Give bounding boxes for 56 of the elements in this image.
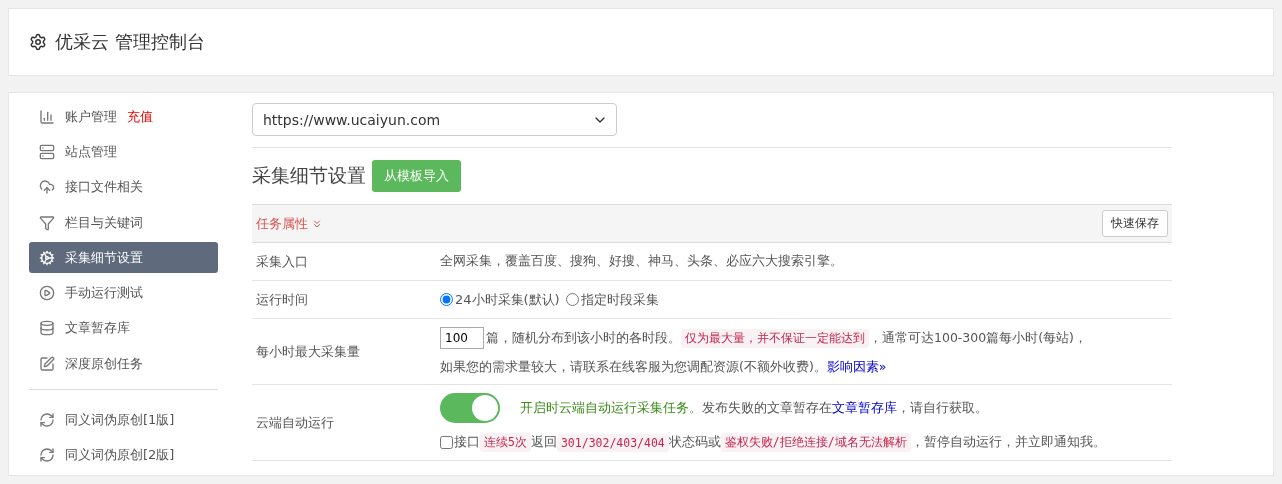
sidebar-item[interactable]: 同义词伪原创[1版] (29, 404, 218, 436)
code-text: 301/302/403/404 (556, 433, 669, 452)
hint-text: 篇，随机分布到该小时的各时段。 (486, 329, 681, 347)
section-title: 采集细节设置 (252, 163, 366, 188)
hint-text: 开启时云端自动运行采集任务。 (520, 399, 702, 417)
radio-button[interactable] (565, 293, 579, 306)
toggle-switch[interactable] (440, 393, 500, 423)
server-icon (39, 143, 55, 160)
checkbox[interactable] (440, 436, 453, 449)
field-label: 运行时间 (256, 290, 309, 309)
hint-text: 接口 (454, 434, 480, 451)
radio-button[interactable] (440, 293, 453, 306)
panel-tab[interactable]: 任务属性 (256, 214, 323, 233)
site-select[interactable]: https://www.ucaiyun.com (252, 103, 617, 136)
sidebar-item[interactable]: 深度原创任务 (29, 348, 218, 380)
hint-text: 状态码或 (668, 434, 721, 451)
play-icon (39, 285, 55, 302)
link[interactable]: 影响因素» (826, 359, 887, 376)
hint-text: 发布失败的文章暂存在 (702, 399, 832, 417)
radio-label[interactable]: 指定时段采集 (580, 290, 659, 309)
chart-icon (39, 108, 55, 125)
sidebar-item[interactable]: 手动运行测试 (29, 277, 218, 309)
sidebar-item[interactable]: 账户管理 充值 (29, 101, 218, 133)
cloud-upload-icon (39, 179, 55, 196)
database-icon (39, 320, 55, 337)
edit-icon (39, 355, 55, 372)
filter-icon (39, 214, 55, 231)
refresh-icon (39, 412, 55, 428)
hint-text: ，请自行获取。 (897, 399, 988, 417)
refresh-icon (39, 447, 55, 464)
console-title: 优采云 管理控制台 (55, 30, 205, 54)
gear-icon (39, 249, 55, 266)
hint-text: ，暂停自动运行，并立即通知我。 (910, 434, 1106, 451)
recharge-link[interactable]: 充值 (127, 107, 153, 126)
hint-text: 全网采集，覆盖百度、搜狗、好搜、神马、头条、必应六大搜索引擎。 (440, 253, 843, 270)
sidebar-item[interactable]: 采集细节设置 (29, 242, 218, 274)
sidebar-item[interactable]: 站点管理 (29, 136, 218, 168)
code-text: 连续5次 (480, 433, 531, 452)
field-label: 每小时最大采集量 (256, 342, 361, 361)
number-field[interactable]: 100 (440, 327, 484, 349)
field-label: 采集入口 (256, 252, 309, 271)
code-text: 仅为最大量，并不保证一定能达到 (681, 328, 869, 348)
sidebar-item[interactable]: 同义词伪原创[2版] (29, 439, 218, 471)
field-label: 云端自动运行 (256, 413, 335, 432)
sidebar-item[interactable]: 文章暂存库 (29, 312, 218, 345)
hint-text: 如果您的需求量较大，请联系在线客服为您调配资源(不额外收费)。 (440, 359, 827, 376)
code-text: 鉴权失败/拒绝连接/域名无法解析 (720, 433, 911, 452)
sidebar-item[interactable]: 接口文件相关 (29, 171, 218, 203)
settings-icon (29, 33, 47, 51)
quick-save-button[interactable]: 快速保存 (1102, 210, 1168, 237)
radio-label[interactable]: 24小时采集(默认) (455, 290, 560, 309)
hint-text: 返回 (530, 434, 557, 451)
link[interactable]: 文章暂存库 (832, 399, 897, 417)
hint-text: ，通常可达100-300篇每小时(每站)， (869, 329, 1087, 347)
double-chevron-icon (311, 217, 323, 230)
sidebar-item[interactable]: 栏目与关键词 (29, 206, 218, 239)
